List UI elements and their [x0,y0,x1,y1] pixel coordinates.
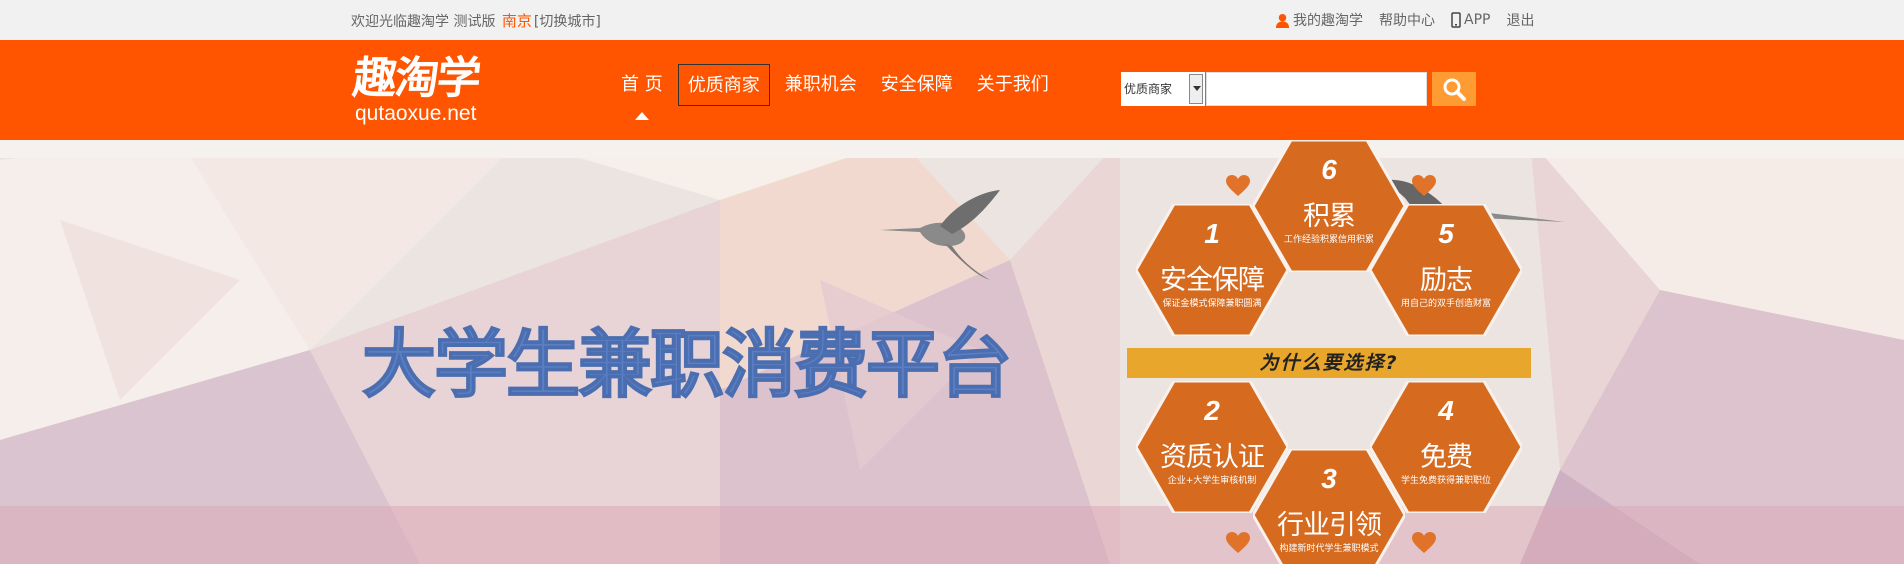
heart-icon [1226,175,1250,196]
feature-title: 励志 [1420,265,1473,296]
feature-hexagon-3[interactable]: 3 行业引领 构建新时代学生兼职模式 [1253,449,1405,564]
caret-up-icon [634,112,649,120]
nav-part-time-jobs[interactable]: 兼职机会 [776,64,866,106]
chevron-down-icon[interactable] [1189,74,1203,104]
feature-number: 5 [1438,218,1454,249]
feature-number: 6 [1321,154,1337,185]
user-icon [1275,13,1290,28]
site-logo[interactable]: 趣淘学 qutaoxue.net [350,53,501,128]
feature-number: 4 [1438,395,1454,426]
welcome-text: 欢迎光临趣淘学 测试版 [351,14,496,30]
my-account-link[interactable]: 我的趣淘学 [1275,10,1363,30]
feature-desc: 保证金模式保障兼职圆满 [1162,299,1262,309]
my-account-label: 我的趣淘学 [1293,13,1363,29]
nav-home-label: 首 页 [621,74,663,95]
welcome-area: 欢迎光临趣淘学 测试版 南京 [切换城市] [351,10,601,31]
search-button[interactable] [1432,72,1476,106]
search-input[interactable] [1206,72,1427,106]
top-bar: 欢迎光临趣淘学 测试版 南京 [切换城市] 我的趣淘学 帮助中心 APP 退出 [0,0,1904,40]
nav-home[interactable]: 首 页 [612,64,672,120]
logo-chinese: 趣淘学 [350,53,482,104]
heart-icon [1226,532,1250,553]
hero-banner[interactable]: 大学生兼职消费平台 6 积累 工作经验积累信用积累 1 安全保障 保证金模式保障… [0,140,1904,564]
app-label: APP [1464,12,1491,28]
nav-quality-merchants[interactable]: 优质商家 [677,64,770,106]
header: 趣淘学 qutaoxue.net 首 页 优质商家 兼职机会 安全保障 关于我们… [0,40,1904,140]
logout-link[interactable]: 退出 [1506,10,1534,30]
feature-desc: 用自己的双手创造财富 [1400,299,1491,309]
feature-hexagon-5[interactable]: 5 励志 用自己的双手创造财富 [1370,204,1522,336]
nav-safety[interactable]: 安全保障 [872,64,962,106]
feature-desc: 构建新时代学生兼职模式 [1279,544,1379,554]
search-category-select[interactable]: 优质商家 [1121,72,1205,106]
top-links: 我的趣淘学 帮助中心 APP 退出 [1275,10,1534,30]
help-center-link[interactable]: 帮助中心 [1379,10,1435,30]
why-choose-bar: 为什么要选择? [1127,348,1531,378]
banner-slogan: 大学生兼职消费平台 [361,322,1013,408]
feature-title: 安全保障 [1160,265,1265,296]
main-nav: 首 页 优质商家 兼职机会 安全保障 关于我们 [612,64,1064,120]
logo-domain: qutaoxue.net [355,102,477,125]
switch-city-link[interactable]: [切换城市] [534,14,601,30]
heart-icon [1412,532,1436,553]
search-icon [1443,78,1466,101]
search-bar: 优质商家 [1121,72,1476,106]
feature-number: 3 [1321,463,1337,494]
feature-hexagon-1[interactable]: 1 安全保障 保证金模式保障兼职圆满 [1136,204,1288,336]
app-link[interactable]: APP [1451,10,1490,30]
nav-about-us[interactable]: 关于我们 [968,64,1058,106]
search-category-value: 优质商家 [1124,82,1173,96]
feature-number: 2 [1204,395,1220,426]
feature-number: 1 [1204,218,1220,249]
heart-icon [1412,175,1436,196]
feature-title: 行业引领 [1277,510,1382,541]
phone-icon [1451,12,1461,28]
current-city[interactable]: 南京 [502,12,532,30]
